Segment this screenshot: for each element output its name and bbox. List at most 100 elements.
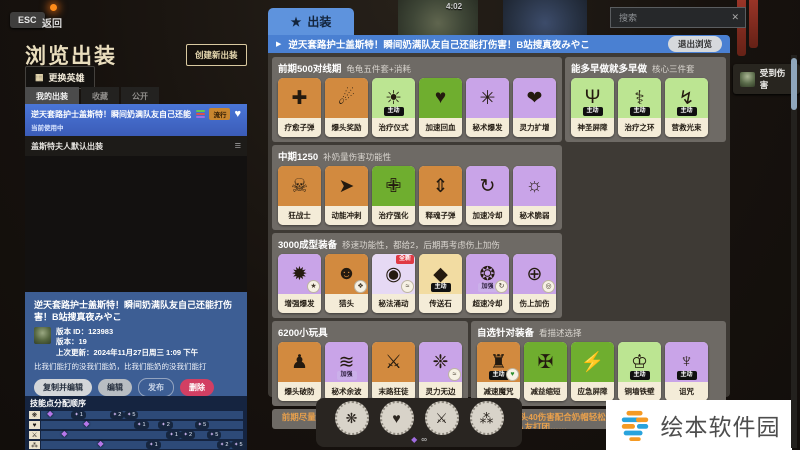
item-tile[interactable]: ↯主动营救光束 (665, 78, 708, 137)
skill-point-diamond: ◆ (98, 440, 104, 448)
item-tile[interactable]: ✠减益缩短 (524, 342, 567, 401)
guide-content: 前期500对线期龟龟五件套+消耗✚疗愈子弹☄爆头奖励☀主动治疗仪式♥加速回血✳秘… (268, 53, 730, 397)
favorite-heart-icon[interactable]: ♥ (234, 109, 241, 120)
item-tile[interactable]: ♆主动诅咒 (665, 342, 708, 401)
item-tile-label: 治疗强化 (372, 206, 415, 225)
active-badge: 主动 (676, 371, 696, 380)
item-tile[interactable]: ⊕◎伤上加伤 (513, 254, 556, 313)
item-tile-label: 爆头奖励 (325, 118, 368, 137)
item-tile[interactable]: ❂加强↻超速冷却 (466, 254, 509, 313)
skill-point-marker: ✦2 (158, 421, 173, 429)
build-list-item-selected[interactable]: 逆天套路护士盖斯特！瞬间奶满队友自己还能打伤...流行♥当前使用中 (25, 104, 247, 136)
publish-button[interactable]: 发布 (138, 378, 174, 397)
switch-hero-label: 更换英雄 (49, 71, 85, 84)
item-section: 自选针对装备看描述选择♜主动♥减速魔咒✠减益缩短⚡应急屏障♔主动铜墙铁壁♆主动诅… (471, 321, 726, 406)
skill-order-row: ⁂◆✦1✦2✦5 (29, 441, 243, 449)
item-tile[interactable]: ⇕释魂子弹 (419, 166, 462, 225)
paw-ability-icon[interactable]: ⁂ (470, 401, 504, 435)
switch-hero-button[interactable]: ▦ 更换英雄 (25, 66, 95, 89)
tab-guide[interactable]: ★ 出装 (268, 8, 354, 35)
item-tile-label: 加速回血 (419, 118, 462, 137)
item-tile-label: 诅咒 (665, 382, 708, 401)
item-tile-label: 铜墙铁壁 (618, 382, 661, 401)
healing-ring-icon: ⚕主动 (618, 78, 661, 118)
blade-ability-icon[interactable]: ⚔ (425, 401, 459, 435)
item-tile[interactable]: ✳秘术爆发 (466, 78, 509, 137)
arcane-fragility-icon: ☼ (513, 166, 556, 206)
skill-order-row: ♥◆✦1✦2✦5 (29, 421, 243, 429)
item-tile[interactable]: ◉全新≈秘法涌动 (372, 254, 415, 313)
cooldown-haste-icon: ↻ (466, 166, 509, 206)
collapse-arrow-icon[interactable]: ▶ (276, 40, 281, 48)
item-tile[interactable]: ↻加速冷却 (466, 166, 509, 225)
ember-glow (50, 4, 57, 11)
item-tile-label: 应急屏障 (571, 382, 614, 401)
watermark: 绘本软件园 (606, 400, 792, 450)
create-build-button[interactable]: 创建新出装 (186, 44, 247, 66)
item-tile[interactable]: ⚕主动治疗之环 (618, 78, 661, 137)
item-tile-label: 减益缩短 (524, 382, 567, 401)
iron-wall-icon: ♔主动 (618, 342, 661, 382)
item-tile[interactable]: ❤灵力扩增 (513, 78, 556, 137)
vial-ability-icon[interactable]: ❋ (335, 401, 369, 435)
item-tile-label: 猎头 (325, 294, 368, 313)
copy-edit-button[interactable]: 复制并编辑 (34, 379, 92, 396)
build-list: 逆天套路护士盖斯特！瞬间奶满队友自己还能打伤...流行♥当前使用中盖斯特夫人默认… (25, 104, 247, 292)
item-tile[interactable]: ☻❖猎头 (325, 254, 368, 313)
divine-barrier-icon: Ψ主动 (571, 78, 614, 118)
item-tile[interactable]: ♔主动铜墙铁壁 (618, 342, 661, 401)
exit-browse-button[interactable]: 退出浏览 (668, 36, 722, 52)
item-tile[interactable]: ✙治疗强化 (372, 166, 415, 225)
item-tile[interactable]: ⚔末路狂徒 (372, 342, 415, 401)
skill-point-marker: ✦1 (134, 421, 149, 429)
search-input[interactable] (617, 12, 727, 24)
close-icon[interactable]: ✕ (731, 12, 739, 23)
esc-button[interactable]: ESC (10, 12, 45, 28)
item-tile-label: 秘术爆发 (466, 118, 509, 137)
skill-point-marker: ✦2 (110, 411, 125, 419)
heart-ability-icon[interactable]: ♥ (380, 401, 414, 435)
build-list-item[interactable]: 盖斯特夫人默认出装≡ (25, 136, 247, 156)
back-label[interactable]: 返回 (42, 15, 62, 30)
item-tile[interactable]: ➤动能冲刺 (325, 166, 368, 225)
item-tile[interactable]: ☠狂战士 (278, 166, 321, 225)
section-title: 6200小玩具 (278, 328, 328, 339)
active-badge: 主动 (582, 107, 602, 116)
last-updated: 上次更新：2024年11月27日周三 1:09 下午 (56, 348, 198, 358)
scrollbar-thumb[interactable] (791, 58, 797, 110)
section-title: 中期1250 (278, 152, 318, 163)
item-tile[interactable]: ☼秘术脆弱 (513, 166, 556, 225)
berserker-icon: ☠ (278, 166, 321, 206)
item-tile[interactable]: ⚡应急屏障 (571, 342, 614, 401)
item-tile[interactable]: ♜主动♥减速魔咒 (477, 342, 520, 401)
item-tile[interactable]: Ψ主动神圣屏障 (571, 78, 614, 137)
guide-banner-title: 逆天套路护士盖斯特！瞬间奶满队友自己还能打伤害！B站搜真夜みやこ (288, 37, 589, 51)
headshot-bonus-icon: ☄ (325, 78, 368, 118)
item-tile[interactable]: ✹★增强爆发 (278, 254, 321, 313)
skill-order-bar: ◆✦1✦2✦5 (41, 431, 243, 439)
item-tile-label: 治疗之环 (618, 118, 661, 137)
item-tile[interactable]: ◆主动传送石 (419, 254, 462, 313)
item-tile[interactable]: ♟爆头破防 (278, 342, 321, 401)
skill-point-marker: ✦1 (146, 441, 161, 449)
corner-badge-icon: ♥ (506, 368, 519, 381)
huiben-logo-icon (618, 408, 652, 442)
delete-button[interactable]: 删除 (180, 379, 214, 396)
soul-bullet-icon: ⇕ (419, 166, 462, 206)
item-tile[interactable]: ≋加强秘术余波 (325, 342, 368, 401)
skill-order-bar: ◆✦1✦2✦5 (41, 411, 243, 419)
item-tile-label: 动能冲刺 (325, 206, 368, 225)
item-tile[interactable]: ☄爆头奖励 (325, 78, 368, 137)
item-tile[interactable]: ♥加速回血 (419, 78, 462, 137)
item-tile[interactable]: ☀主动治疗仪式 (372, 78, 415, 137)
item-tile-label: 秘法涌动 (372, 294, 415, 313)
damage-taken-button[interactable]: 受到伤害 (733, 64, 800, 94)
menu-icon[interactable]: ≡ (235, 140, 241, 152)
item-tile[interactable]: ❈≈灵力无边 (419, 342, 462, 401)
infinity-icon: ∞ (421, 436, 427, 444)
section-title: 前期500对线期 (278, 64, 341, 75)
edit-button[interactable]: 编辑 (98, 379, 132, 396)
enhanced-burst-icon: ✹★ (278, 254, 321, 294)
item-tile-label: 治疗仪式 (372, 118, 415, 137)
item-tile[interactable]: ✚疗愈子弹 (278, 78, 321, 137)
